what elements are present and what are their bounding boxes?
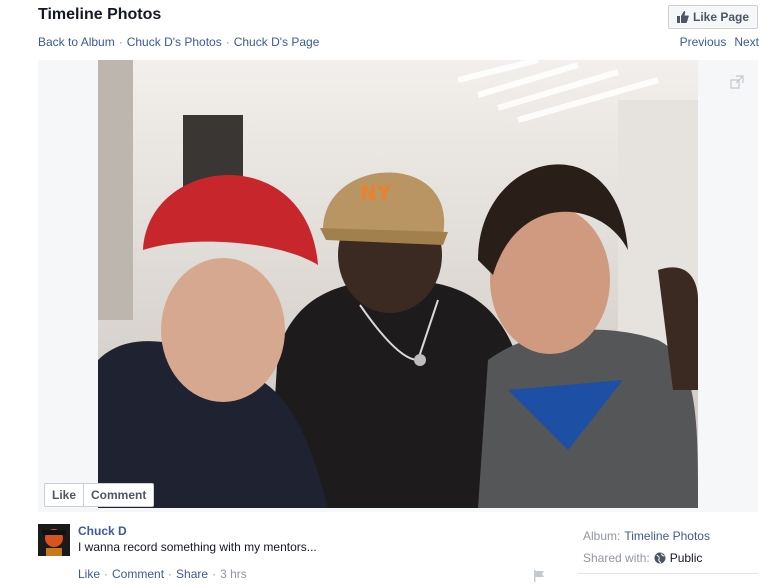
post-caption: I wanna record something with my mentors… xyxy=(78,540,317,554)
next-link[interactable]: Next xyxy=(734,35,759,49)
photo[interactable]: NY xyxy=(98,60,698,508)
breadcrumb-separator: · xyxy=(225,35,230,49)
photo-comment-button[interactable]: Comment xyxy=(83,484,153,506)
album-label: Album: xyxy=(583,529,621,543)
page-link[interactable]: Chuck D's Page xyxy=(234,35,320,49)
photo-meta: Album: Timeline Photos Shared with: Publ… xyxy=(583,525,710,569)
photo-stage: NY xyxy=(38,60,758,512)
privacy-selector[interactable]: Public xyxy=(670,547,703,569)
page-title: Timeline Photos xyxy=(38,6,162,23)
breadcrumb: Back to Album · Chuck D's Photos · Chuck… xyxy=(38,35,319,49)
photo-like-button[interactable]: Like xyxy=(45,484,83,506)
actions-separator: · xyxy=(212,567,217,581)
thumbs-up-icon xyxy=(676,11,689,23)
post-comment-link[interactable]: Comment xyxy=(112,567,164,581)
post-actions: Like · Comment · Share · 3 hrs xyxy=(78,567,247,581)
expand-icon[interactable] xyxy=(730,75,744,89)
previous-link[interactable]: Previous xyxy=(680,35,727,49)
avatar-image xyxy=(38,524,70,556)
photo-image: NY xyxy=(98,60,698,508)
photo-action-bar: Like Comment xyxy=(44,483,155,507)
author-name-link[interactable]: Chuck D xyxy=(78,524,127,538)
breadcrumb-separator: · xyxy=(118,35,123,49)
actions-separator: · xyxy=(104,567,109,581)
meta-divider xyxy=(578,573,758,574)
back-to-album-link[interactable]: Back to Album xyxy=(38,35,115,49)
album-link[interactable]: Timeline Photos xyxy=(624,525,710,547)
post-like-link[interactable]: Like xyxy=(78,567,100,581)
globe-icon xyxy=(654,552,666,564)
actions-separator: · xyxy=(168,567,173,581)
flag-icon[interactable] xyxy=(533,570,545,582)
like-page-button[interactable]: Like Page xyxy=(668,5,758,29)
avatar[interactable] xyxy=(38,524,70,556)
photos-link[interactable]: Chuck D's Photos xyxy=(127,35,222,49)
post-share-link[interactable]: Share xyxy=(176,567,208,581)
shared-with-label: Shared with: xyxy=(583,551,650,565)
svg-text:NY: NY xyxy=(360,181,392,205)
like-page-label: Like Page xyxy=(692,10,750,24)
post-author: Chuck D I wanna record something with my… xyxy=(38,524,317,556)
photo-pager: Previous Next xyxy=(680,35,759,49)
post-timestamp[interactable]: 3 hrs xyxy=(220,567,247,581)
